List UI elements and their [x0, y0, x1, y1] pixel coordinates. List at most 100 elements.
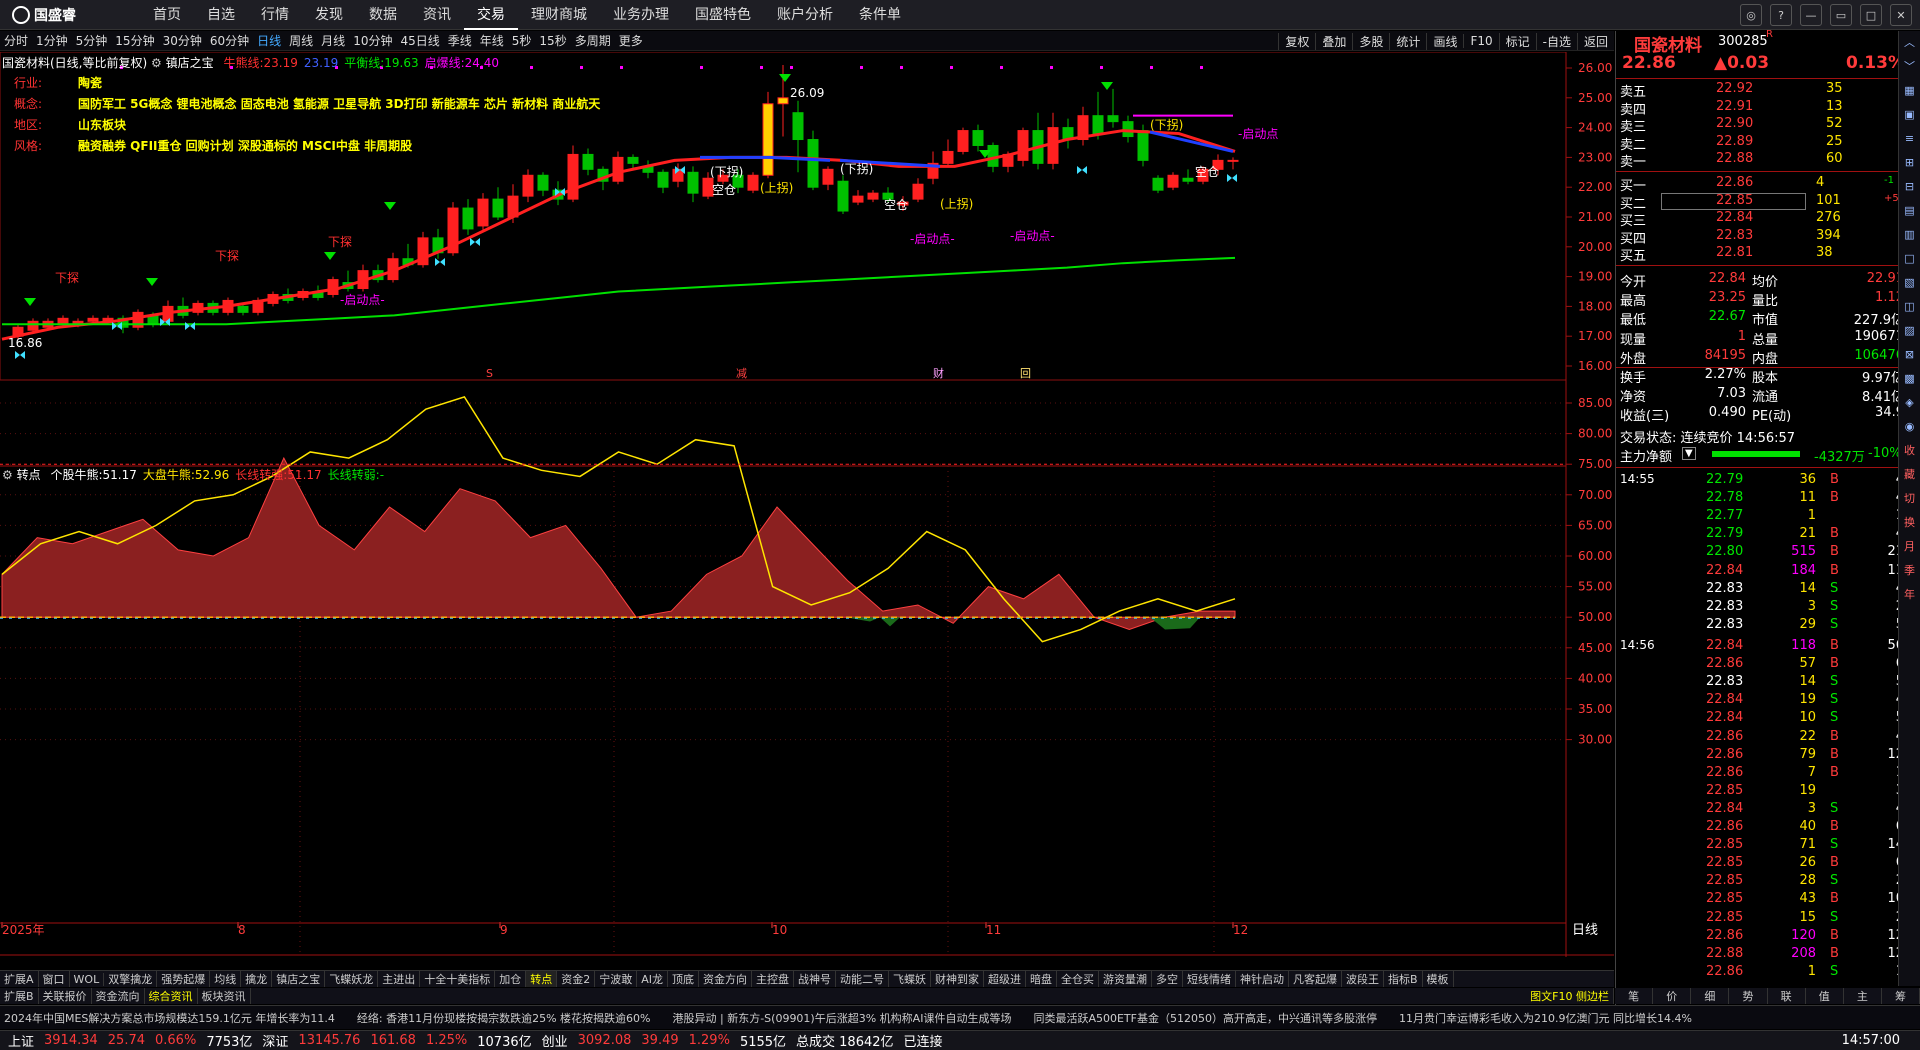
side-tool-icon[interactable]: ﹀ [1899, 55, 1920, 79]
event-marker[interactable]: 回 [1020, 367, 1031, 380]
indicator-settings-icon[interactable]: ⚙ [151, 56, 162, 70]
right-tab[interactable]: 筹 [1882, 988, 1920, 1004]
side-tool-icon[interactable]: ◈ [1899, 391, 1920, 415]
side-label[interactable]: 收 [1899, 439, 1920, 463]
nav-7[interactable]: 理财商城 [518, 0, 600, 30]
indicator-tab[interactable]: 短线情绪 [1183, 971, 1236, 987]
period-13[interactable]: 5秒 [508, 32, 536, 49]
side-tool-icon[interactable]: ▦ [1899, 79, 1920, 103]
side-tool-icon[interactable]: ⊞ [1899, 151, 1920, 175]
maximize-icon[interactable]: □ [1860, 4, 1882, 26]
side-tool-icon[interactable]: ▨ [1899, 319, 1920, 343]
indicator-tab[interactable]: 资金方向 [699, 971, 752, 987]
news-item[interactable]: 11月贵门幸运博彩毛收入为210.9亿澳门元 同比增长14.4% [1399, 1010, 1692, 1026]
order-price[interactable]: 22.88 [1716, 151, 1753, 166]
indicator-tab[interactable]: 擒龙 [241, 971, 273, 987]
order-price[interactable]: 22.91 [1716, 99, 1753, 114]
indicator-tab[interactable]: 加仓 [495, 971, 527, 987]
side-label[interactable]: 切 [1899, 487, 1920, 511]
indicator-tab[interactable]: 窗口 [39, 971, 70, 987]
side-label[interactable]: 藏 [1899, 463, 1920, 487]
indicator-tab[interactable]: 均线 [210, 971, 242, 987]
period-label[interactable]: 日线 [1572, 923, 1598, 938]
order-price[interactable]: 22.83 [1716, 228, 1753, 243]
indicator-tab[interactable]: 资金2 [557, 971, 596, 987]
event-marker[interactable]: 减 [736, 367, 747, 380]
tool-1[interactable]: 叠加 [1315, 32, 1352, 50]
period-16[interactable]: 更多 [615, 32, 647, 49]
news-item[interactable]: 港股异动 | 新东方-S(09901)午后涨超3% 机构称AI课件自动生成等场 [673, 1010, 1012, 1026]
nav-4[interactable]: 数据 [356, 0, 410, 30]
indicator-tab[interactable]: 神针启动 [1236, 971, 1289, 987]
period-0[interactable]: 分时 [0, 32, 32, 49]
nav-6[interactable]: 交易 [464, 0, 518, 30]
nav-11[interactable]: 条件单 [846, 0, 914, 30]
period-15[interactable]: 多周期 [571, 32, 615, 49]
period-8[interactable]: 月线 [317, 32, 349, 49]
right-tab[interactable]: 价 [1653, 988, 1692, 1004]
info-tab[interactable]: 资金流向 [92, 988, 145, 1004]
indicator-name[interactable]: 镇店之宝 [166, 56, 214, 70]
indicator-tab[interactable]: 扩展A [0, 971, 39, 987]
period-5[interactable]: 60分钟 [206, 32, 253, 49]
indicator-tab[interactable]: 宁波敢 [595, 971, 638, 987]
nav-8[interactable]: 业务办理 [600, 0, 682, 30]
side-tool-icon[interactable]: ▧ [1899, 271, 1920, 295]
indicator-tab[interactable]: 转点 [526, 971, 558, 987]
side-label[interactable]: 年 [1899, 583, 1920, 607]
info-tab[interactable]: 综合资讯 [145, 988, 198, 1004]
news-item[interactable]: 经络: 香港11月份现楼按揭宗数跌逾25% 楼花按揭跌逾60% [357, 1010, 651, 1026]
tool-0[interactable]: 复权 [1278, 32, 1315, 50]
indicator-tab[interactable]: 动能二号 [836, 971, 889, 987]
indicator-tab[interactable]: 主控盘 [752, 971, 794, 987]
indicator-tab[interactable]: 多空 [1152, 971, 1183, 987]
indicator-tab[interactable]: 顶底 [668, 971, 699, 987]
period-1[interactable]: 1分钟 [32, 32, 72, 49]
period-3[interactable]: 15分钟 [111, 32, 158, 49]
order-price[interactable]: 22.90 [1716, 116, 1753, 131]
nav-0[interactable]: 首页 [140, 0, 194, 30]
news-item[interactable]: 2024年中国MES解决方案总市场规模达159.1亿元 年增长率为11.4 [4, 1010, 335, 1026]
order-price[interactable]: 22.89 [1716, 134, 1753, 149]
indicator-tab[interactable]: 主进出 [378, 971, 421, 987]
index-name[interactable]: 上证 [8, 1031, 34, 1050]
indicator-tab[interactable]: 飞蝶妖 [889, 971, 931, 987]
right-tab[interactable]: 细 [1691, 988, 1730, 1004]
side-tool-icon[interactable]: ▥ [1899, 223, 1920, 247]
period-2[interactable]: 5分钟 [72, 32, 112, 49]
order-price[interactable]: 22.86 [1716, 175, 1753, 190]
order-price[interactable]: 22.92 [1716, 81, 1753, 96]
tool-2[interactable]: 多股 [1352, 32, 1389, 50]
period-7[interactable]: 周线 [285, 32, 317, 49]
side-tool-icon[interactable]: ▤ [1899, 199, 1920, 223]
index-name[interactable]: 深证 [262, 1031, 288, 1050]
indicator-tab[interactable]: 财神到家 [931, 971, 984, 987]
nav-9[interactable]: 国盛特色 [682, 0, 764, 30]
period-12[interactable]: 年线 [476, 32, 508, 49]
dropdown-icon[interactable]: ▼ [1682, 447, 1696, 460]
event-marker[interactable]: S [486, 367, 493, 380]
app-logo[interactable]: 国盛睿 [12, 5, 76, 25]
side-tool-icon[interactable]: ︿ [1899, 31, 1920, 55]
side-tool-icon[interactable]: ◉ [1899, 415, 1920, 439]
period-4[interactable]: 30分钟 [159, 32, 206, 49]
restore-icon[interactable]: ▭ [1830, 4, 1852, 26]
sub-settings-icon[interactable]: ⚙ [2, 468, 13, 482]
right-tab[interactable]: 笔 [1615, 988, 1654, 1004]
period-14[interactable]: 15秒 [535, 32, 570, 49]
order-price[interactable]: 22.84 [1716, 210, 1753, 225]
info-tab[interactable]: 扩展B [0, 988, 39, 1004]
side-label[interactable]: 月 [1899, 535, 1920, 559]
help-icon[interactable]: ? [1770, 4, 1792, 26]
info-tab[interactable]: 板块资讯 [198, 988, 251, 1004]
tool-5[interactable]: F10 [1463, 34, 1498, 48]
side-tool-icon[interactable]: □ [1899, 247, 1920, 271]
chat-icon[interactable]: ◎ [1740, 4, 1762, 26]
indicator-tab[interactable]: 波段王 [1342, 971, 1384, 987]
indicator-tab[interactable]: 超级进 [984, 971, 1026, 987]
close-icon[interactable]: ✕ [1890, 4, 1912, 26]
sub-indicator-name[interactable]: 转点 [17, 468, 41, 482]
indicator-tab[interactable]: 全仓买 [1057, 971, 1099, 987]
side-label[interactable]: 换 [1899, 511, 1920, 535]
nav-3[interactable]: 发现 [302, 0, 356, 30]
